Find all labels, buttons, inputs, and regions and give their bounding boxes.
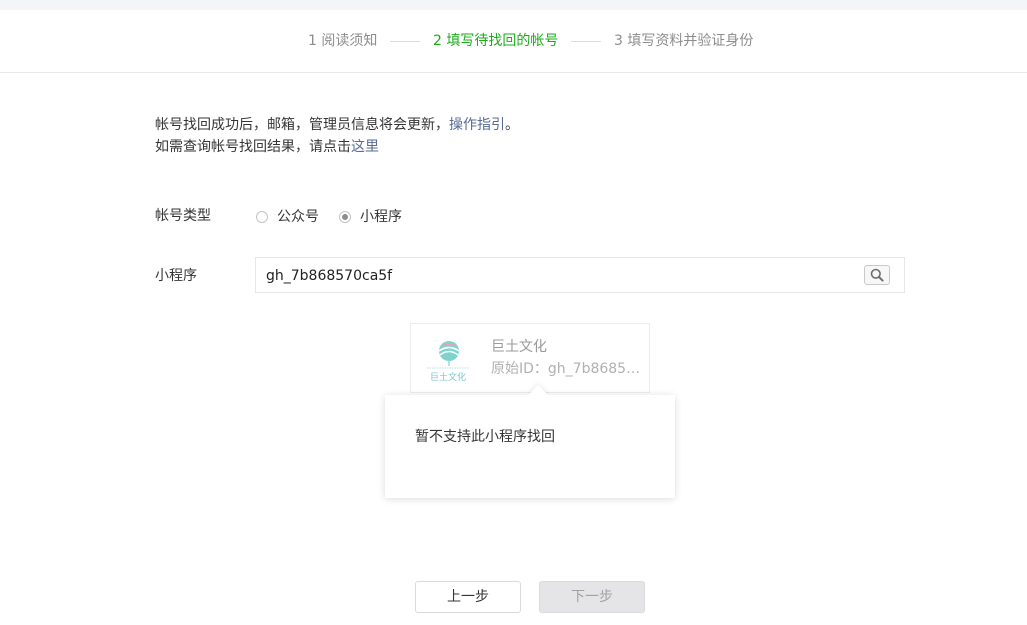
account-type-label: 帐号类型 — [155, 208, 211, 224]
miniprogram-search-box — [255, 257, 905, 293]
miniprogram-original-id: 原始ID：gh_7b868570ca5f — [491, 361, 641, 377]
search-icon — [870, 268, 884, 282]
notice-line-1: 帐号找回成功后，邮箱，管理员信息将会更新，操作指引。 — [155, 116, 519, 134]
radio-official-account[interactable]: 公众号 — [256, 209, 319, 225]
unsupported-popover: 暂不支持此小程序找回 — [385, 385, 675, 498]
step-2-active: 2 填写待找回的帐号 — [433, 33, 559, 49]
miniprogram-id-input[interactable] — [266, 266, 846, 286]
miniprogram-logo: 巨土文化 — [427, 341, 469, 383]
miniprogram-label: 小程序 — [155, 268, 197, 284]
radio-checked-icon — [339, 211, 351, 223]
step-3: 3 填写资料并验证身份 — [614, 33, 754, 49]
radio-label: 公众号 — [277, 209, 319, 225]
search-button[interactable] — [864, 265, 890, 285]
result-query-link[interactable]: 这里 — [351, 139, 379, 155]
step-divider — [571, 41, 601, 42]
popover-message: 暂不支持此小程序找回 — [415, 429, 555, 445]
step-navigation: 1 阅读须知 2 填写待找回的帐号 3 填写资料并验证身份 — [0, 10, 1027, 73]
guide-link[interactable]: 操作指引 — [449, 117, 505, 133]
logo-caption: 巨土文化 — [430, 371, 466, 383]
miniprogram-result-card[interactable]: 巨土文化 巨土文化 原始ID：gh_7b868570ca5f — [410, 323, 650, 393]
notice-text: 帐号找回成功后，邮箱，管理员信息将会更新， — [155, 117, 449, 133]
miniprogram-name: 巨土文化 — [491, 339, 547, 355]
notice-line-2: 如需查询帐号找回结果，请点击这里 — [155, 138, 379, 156]
notice-text: 如需查询帐号找回结果，请点击 — [155, 139, 351, 155]
radio-miniprogram[interactable]: 小程序 — [339, 209, 402, 225]
prev-step-button[interactable]: 上一步 — [415, 581, 521, 613]
top-strip — [0, 0, 1027, 10]
next-step-button-disabled[interactable]: 下一步 — [539, 581, 645, 613]
radio-label: 小程序 — [360, 209, 402, 225]
notice-end: 。 — [505, 117, 519, 133]
step-1: 1 阅读须知 — [308, 33, 378, 49]
step-divider — [390, 41, 420, 42]
radio-unchecked-icon — [256, 211, 268, 223]
